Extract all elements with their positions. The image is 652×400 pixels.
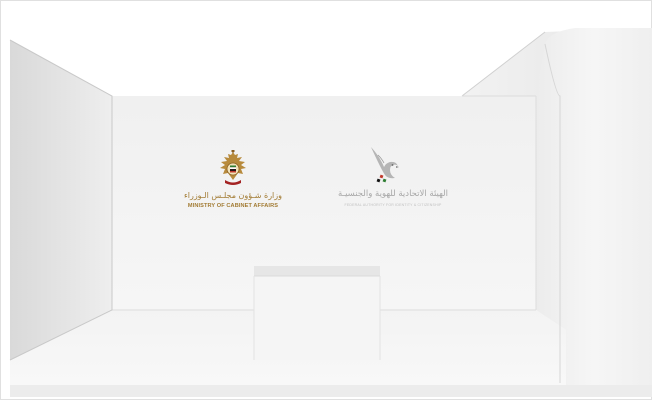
moca-name-english: MINISTRY OF CABINET AFFAIRS: [187, 203, 279, 209]
uae-federal-emblem-icon: [220, 150, 246, 185]
booth-structure: [0, 0, 652, 400]
counter-top: [254, 266, 380, 276]
moca-name-arabic: وزارة شـؤون مجلـس الـوزراء: [183, 191, 283, 200]
counter-body: [254, 276, 380, 360]
ica-name-arabic: الهيئة الاتحادية للهوية والجنسيـة: [338, 189, 448, 199]
booth-render: وزارة شـؤون مجلـس الـوزراء MINISTRY OF C…: [0, 0, 652, 400]
ica-name-english: FEDERAL AUTHORITY FOR IDENTITY & CITIZEN…: [344, 203, 442, 207]
falcon-logo-icon: [371, 147, 399, 183]
floor-edge: [10, 385, 652, 397]
